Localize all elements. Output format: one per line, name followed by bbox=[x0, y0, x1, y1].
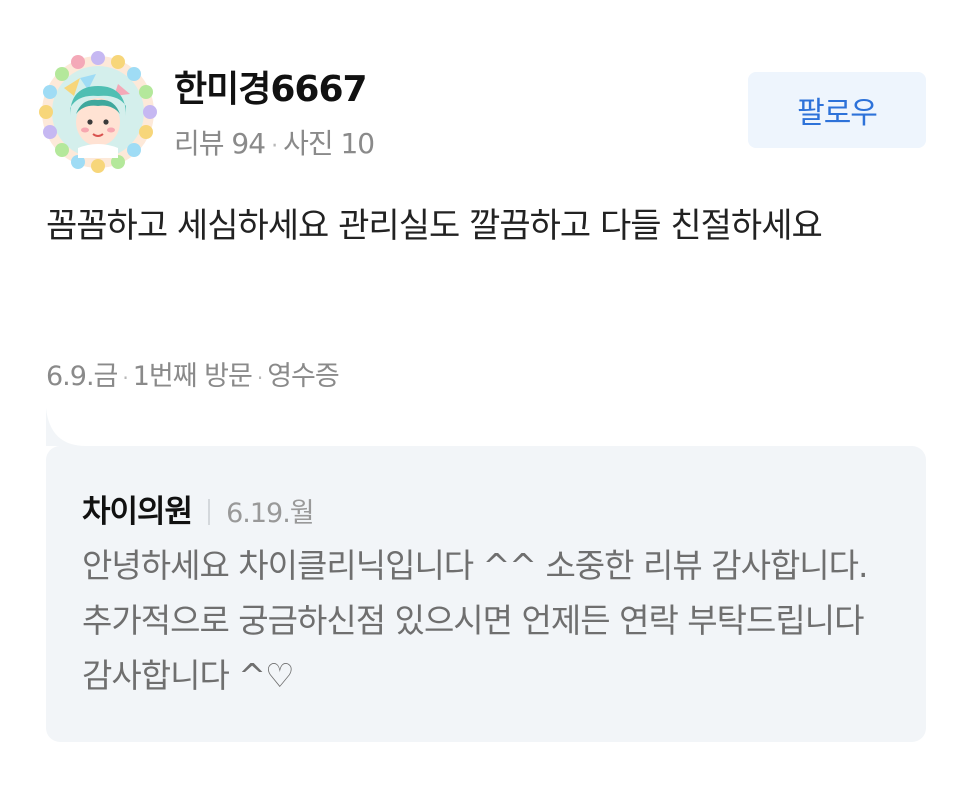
avatar[interactable] bbox=[34, 48, 162, 176]
owner-reply: 차이의원 6.19.월 안녕하세요 차이클리닉입니다 ^^ 소중한 리뷰 감사합니… bbox=[46, 446, 926, 742]
reply-header: 차이의원 6.19.월 bbox=[82, 486, 315, 531]
separator-dot: · bbox=[271, 134, 278, 159]
review-count: 리뷰 94 bbox=[174, 127, 266, 160]
receipt-label: 영수증 bbox=[267, 361, 340, 392]
visit-count: 1번째 방문 bbox=[132, 361, 253, 392]
review-text: 꼼꼼하고 세심하세요 관리실도 깔끔하고 다들 친절하세요 bbox=[46, 206, 823, 246]
divider bbox=[208, 499, 211, 525]
photo-count: 사진 10 bbox=[283, 127, 375, 160]
separator-dot: · bbox=[122, 366, 128, 390]
reply-bubble-tail bbox=[46, 408, 86, 446]
reviewer-stats: 리뷰 94 · 사진 10 bbox=[174, 122, 375, 162]
review-meta: 6.9.금 · 1번째 방문 · 영수증 bbox=[46, 354, 340, 393]
reply-text: 안녕하세요 차이클리닉입니다 ^^ 소중한 리뷰 감사합니다. 추가적으로 궁금… bbox=[82, 546, 869, 695]
separator-dot: · bbox=[256, 366, 263, 390]
reply-date: 6.19.월 bbox=[226, 498, 315, 529]
avatar-illustration-icon bbox=[39, 51, 157, 173]
reviewer-name[interactable]: 한미경6667 bbox=[174, 60, 368, 112]
owner-name: 차이의원 bbox=[82, 494, 193, 530]
follow-button[interactable]: 팔로우 bbox=[748, 72, 926, 148]
review-date: 6.9.금 bbox=[46, 361, 118, 392]
